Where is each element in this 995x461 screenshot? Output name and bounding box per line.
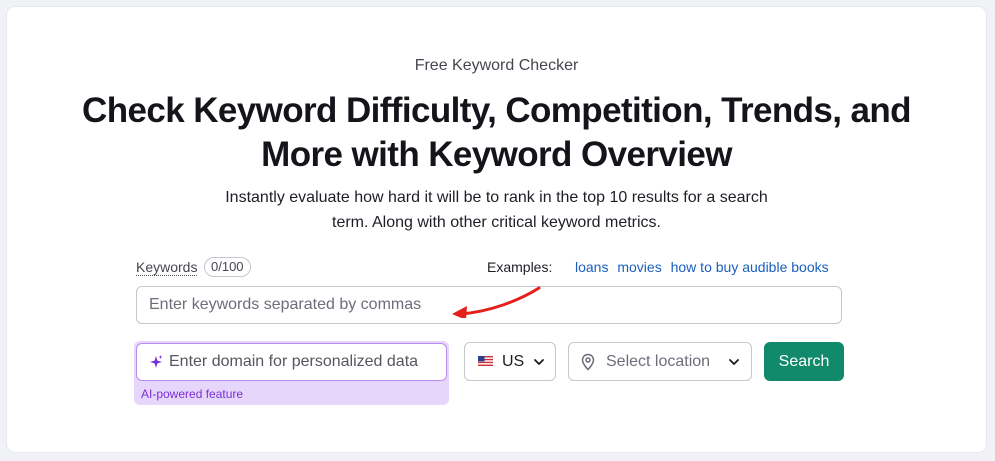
location-select[interactable]: Select location (568, 342, 752, 381)
examples-label: Examples: (487, 259, 553, 275)
domain-input[interactable] (169, 344, 443, 380)
country-select[interactable]: US (464, 342, 556, 381)
search-button[interactable]: Search (764, 342, 844, 381)
location-pin-icon (581, 353, 595, 371)
sparkle-icon (150, 355, 163, 368)
annotation-arrow (452, 286, 541, 318)
keywords-label[interactable]: Keywords (136, 259, 198, 276)
ai-domain-field-wrapper: AI-powered feature (134, 341, 449, 405)
domain-input-box (136, 343, 447, 381)
eyebrow-label: Free Keyword Checker (414, 57, 579, 74)
keywords-counter-badge: 0/100 (204, 257, 251, 277)
examples-links: loans movies how to buy audible books (575, 259, 834, 275)
us-flag-icon (478, 356, 493, 366)
example-link-movies[interactable]: movies (617, 259, 661, 275)
ai-powered-caption: AI-powered feature (141, 387, 244, 401)
example-link-loans[interactable]: loans (575, 259, 608, 275)
location-placeholder: Select location (606, 353, 711, 370)
example-link-how-to-buy-audible-books[interactable]: how to buy audible books (671, 259, 829, 275)
chevron-down-icon (729, 359, 739, 365)
chevron-down-icon (534, 359, 544, 365)
page-title: Check Keyword Difficulty, Competition, T… (82, 91, 912, 174)
country-code: US (502, 353, 525, 370)
page-subtitle: Instantly evaluate how hard it will be t… (225, 189, 768, 231)
keywords-header-row: Keywords 0/100 Examples: loans movies ho… (136, 257, 844, 279)
